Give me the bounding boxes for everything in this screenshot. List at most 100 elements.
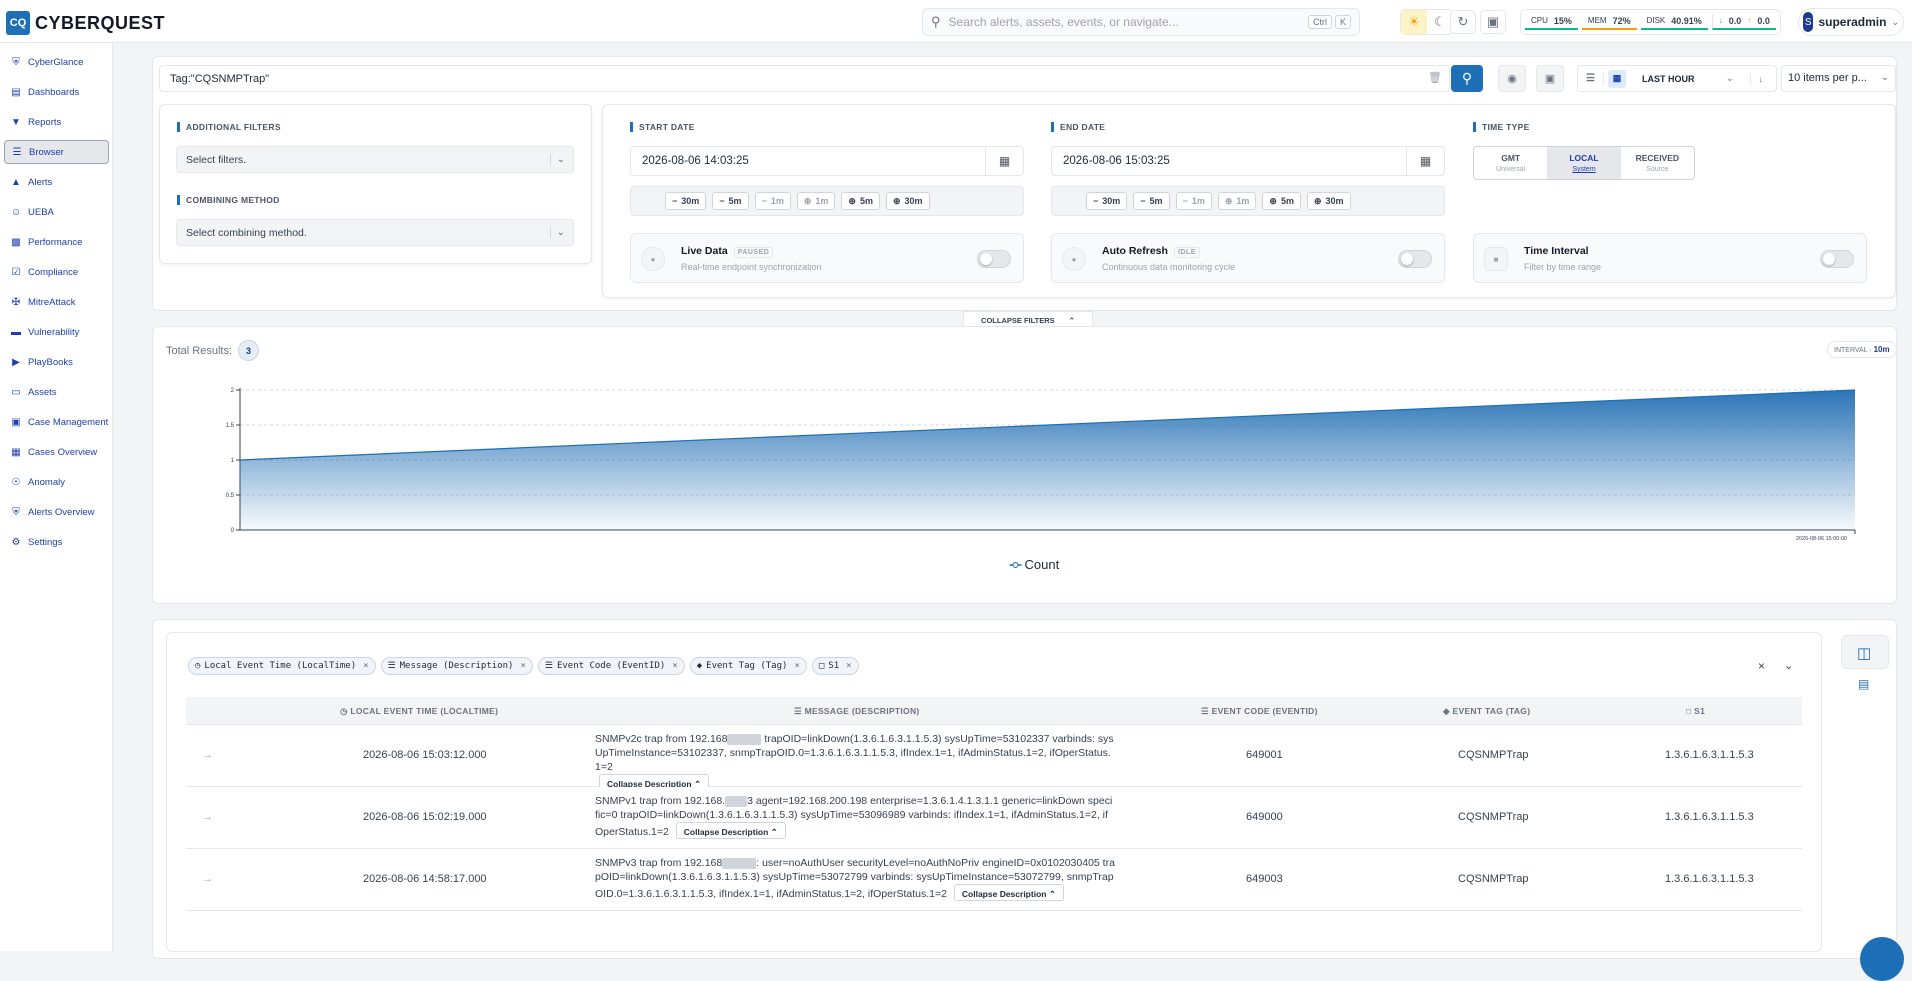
cell-message: SNMPv3 trap from 192.168: user=noAuthUse… — [595, 857, 1115, 901]
end-plus-5m-button[interactable]: ⊕ 5m — [1262, 192, 1301, 210]
sun-icon[interactable]: ☀ — [1401, 10, 1427, 34]
end-minus-1m-button[interactable]: −1m — [1175, 192, 1212, 210]
table-row[interactable]: → 2026-08-06 15:02:19.000 SNMPv1 trap fr… — [186, 787, 1802, 849]
expand-arrow-icon[interactable]: → — [202, 873, 213, 885]
sidebar-item-playbooks[interactable]: ▶ PlayBooks — [4, 350, 109, 374]
header-localtime[interactable]: ◷ LOCAL EVENT TIME (LOCALTIME) — [340, 706, 498, 717]
start-plus-1m-button[interactable]: ⊕ 1m — [796, 192, 836, 210]
start-minus-30m-button[interactable]: −30m — [665, 192, 707, 210]
collapse-description-button[interactable]: Collapse Description ⌃ — [675, 822, 786, 839]
list-ordered-icon: ☰ — [1201, 706, 1212, 716]
sidebar-item-alerts[interactable]: ▲ Alerts — [4, 170, 109, 194]
y-tick-label: 1 — [231, 458, 235, 464]
panel-toggle-button[interactable]: ◫ — [1841, 635, 1889, 669]
app-logo[interactable]: CQ CYBERQUEST — [6, 11, 165, 35]
shield-icon: ⛨ — [12, 56, 20, 68]
header-s1[interactable]: □ S1 — [1686, 706, 1705, 716]
additional-filters-select[interactable]: Select filters. ⌄ — [176, 146, 574, 173]
auto-refresh-card: ● Auto Refresh IDLE Continuous data monit… — [1051, 233, 1445, 283]
live-data-toggle[interactable] — [977, 250, 1011, 268]
cell-s1: 1.3.6.1.6.3.1.1.5.3 — [1665, 749, 1754, 761]
start-minus-1m-button[interactable]: −1m — [754, 192, 791, 210]
time-interval-card: ■ Time Interval Filter by time range — [1473, 233, 1867, 283]
end-date-label: END DATE — [1051, 122, 1105, 132]
table-row[interactable]: → 2026-08-06 14:58:17.000 SNMPv3 trap fr… — [186, 849, 1802, 911]
sidebar-item-assets[interactable]: ▭ Assets — [4, 380, 109, 404]
list-ordered-icon: ☰ — [544, 661, 553, 671]
header-message[interactable]: ☰ MESSAGE (DESCRIPTION) — [794, 706, 920, 717]
calendar-icon[interactable]: ▦ — [1406, 147, 1444, 175]
time-type-received[interactable]: RECEIVED Source — [1621, 147, 1694, 179]
header-eventid[interactable]: ☰ EVENT CODE (EVENTID) — [1201, 706, 1318, 717]
trash-icon[interactable]: 🗑 — [1428, 71, 1442, 84]
system-metrics: CPU 15% MEM 72% DISK 40.91% ↓ 0.0 ↑ 0.0 — [1520, 9, 1781, 35]
sidebar-item-performance[interactable]: ▩ Performance — [4, 230, 109, 254]
sidebar-item-alerts-overview[interactable]: ⛨ Alerts Overview — [4, 500, 109, 524]
close-icon[interactable]: × — [672, 661, 677, 671]
chevron-down-icon[interactable]: ⌄ — [1784, 659, 1793, 672]
plus-icon: ⊕ — [892, 195, 901, 206]
query-input[interactable]: Tag:"CQSNMPTrap" — [159, 65, 1450, 92]
sidebar-item-compliance[interactable]: ☑ Compliance — [4, 260, 109, 284]
close-icon[interactable]: × — [846, 661, 851, 671]
sidebar-item-browser[interactable]: ☰ Browser — [4, 140, 109, 164]
visibility-toggle-button[interactable]: ◉ — [1498, 65, 1526, 92]
start-plus-30m-button[interactable]: ⊕ 30m — [885, 192, 930, 210]
time-range-select[interactable]: ☰ ▦ LAST HOUR ⌄ ↓ — [1577, 65, 1777, 92]
end-minus-5m-button[interactable]: −5m — [1133, 192, 1170, 210]
close-icon[interactable]: × — [520, 661, 525, 671]
sidebar-item-cyberglance[interactable]: ⛨ CyberGlance — [4, 50, 109, 74]
calendar-icon[interactable]: ▦ — [985, 147, 1023, 175]
chevron-down-icon: ⌄ — [1880, 72, 1889, 83]
column-chip-s1[interactable]: □ S1 × — [811, 657, 859, 675]
total-results: Total Results: 3 — [166, 340, 260, 361]
column-chip-tag[interactable]: ◆ Event Tag (Tag) × — [689, 657, 807, 675]
bar-chart-icon[interactable]: ▤ — [1858, 677, 1869, 691]
column-chip-localtime[interactable]: ◷ Local Event Time (LocalTime) × — [188, 657, 376, 675]
sort-down-icon[interactable]: ↓ — [1749, 73, 1763, 84]
interval-badge: INTERVAL · 10m — [1827, 341, 1897, 358]
sidebar-item-ueba[interactable]: ☺ UEBA — [4, 200, 109, 224]
refresh-icon[interactable]: ↻ — [1450, 10, 1476, 34]
combining-method-select[interactable]: Select combining method. ⌄ — [176, 219, 574, 246]
table-row[interactable]: → 2026-08-06 15:03:12.000 SNMPv2c trap f… — [186, 725, 1802, 791]
collapse-description-button[interactable]: Collapse Description ⌃ — [953, 884, 1064, 901]
auto-refresh-toggle[interactable] — [1398, 250, 1432, 268]
sidebar-item-anomaly[interactable]: ☉ Anomaly — [4, 470, 109, 494]
floating-action-button[interactable] — [1860, 937, 1904, 981]
column-chip-message[interactable]: ☰ Message (Description) × — [380, 657, 533, 675]
end-plus-1m-button[interactable]: ⊕ 1m — [1217, 192, 1257, 210]
header-tag[interactable]: ◆ EVENT TAG (TAG) — [1443, 706, 1530, 717]
clear-columns-icon[interactable]: × — [1758, 659, 1765, 673]
target-icon: ✠ — [11, 296, 21, 308]
end-date-input[interactable]: 2026-08-06 15:03:25 ▦ — [1051, 146, 1445, 176]
expand-arrow-icon[interactable]: → — [202, 811, 213, 823]
close-icon[interactable]: × — [363, 661, 368, 671]
sidebar-item-dashboards[interactable]: ▤ Dashboards — [4, 80, 109, 104]
time-interval-toggle[interactable] — [1820, 250, 1854, 268]
sidebar-item-reports[interactable]: ▼ Reports — [4, 110, 109, 134]
search-button[interactable]: ⚲ — [1451, 65, 1483, 92]
end-plus-30m-button[interactable]: ⊕ 30m — [1306, 192, 1351, 210]
start-date-input[interactable]: 2026-08-06 14:03:25 ▦ — [630, 146, 1024, 176]
expand-arrow-icon[interactable]: → — [202, 749, 213, 761]
global-search[interactable]: ⚲ Search alerts, assets, events, or navi… — [922, 8, 1360, 36]
end-minus-30m-button[interactable]: −30m — [1086, 192, 1128, 210]
time-type-gmt[interactable]: GMT Universal — [1474, 147, 1547, 179]
items-per-page-select[interactable]: 10 items per p... ⌄ — [1781, 65, 1896, 92]
list-icon: ☰ — [12, 146, 22, 158]
time-type-local[interactable]: LOCAL System — [1547, 147, 1621, 179]
column-chip-eventid[interactable]: ☰ Event Code (EventID) × — [537, 657, 685, 675]
screen-icon[interactable]: ▣ — [1480, 10, 1506, 34]
sidebar-item-mitreattack[interactable]: ✠ MitreAttack — [4, 290, 109, 314]
user-menu[interactable]: S superadmin ⌄ — [1798, 8, 1904, 36]
sidebar-item-vulnerability[interactable]: ▬ Vulnerability — [4, 320, 109, 344]
save-query-button[interactable]: ▣ — [1536, 65, 1564, 92]
sidebar-item-case-management[interactable]: ▣ Case Management — [4, 410, 109, 434]
start-minus-5m-button[interactable]: −5m — [712, 192, 749, 210]
start-plus-5m-button[interactable]: ⊕ 5m — [841, 192, 880, 210]
close-icon[interactable]: × — [794, 661, 799, 671]
status-badge: PAUSED — [733, 247, 774, 258]
sidebar-item-cases-overview[interactable]: ▦ Cases Overview — [4, 440, 109, 464]
sidebar-item-settings[interactable]: ⚙ Settings — [4, 530, 109, 554]
